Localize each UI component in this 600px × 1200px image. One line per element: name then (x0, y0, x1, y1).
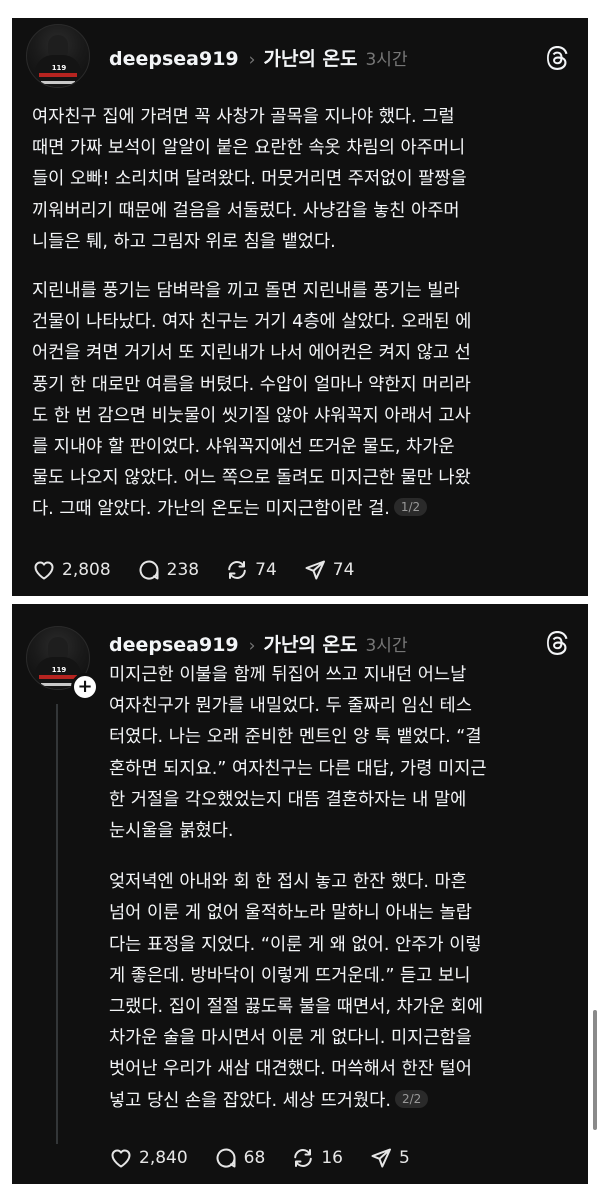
page-indicator: 2/2 (394, 1089, 429, 1108)
text-line: 풍기 한 대로만 여름을 버텼다. 수압이 얼마나 약한지 머리라 (32, 374, 471, 395)
thread-connector-line (56, 704, 58, 1144)
text-line: 여자친구 집에 가려면 꼭 사창가 골목을 지나야 했다. 그럴 (32, 107, 455, 127)
text-line: 게 좋은데. 방바닥이 이렇게 뜨거운데.” 듣고 보니 (109, 965, 471, 986)
username[interactable]: deepsea919 (109, 634, 239, 656)
paragraph: 여자친구 집에 가려면 꼭 사창가 골목을 지나야 했다. 그럴 때면 가짜 보… (32, 102, 580, 258)
post-body: 여자친구 집에 가려면 꼭 사창가 골목을 지나야 했다. 그럴 때면 가짜 보… (32, 102, 580, 526)
text-line: 니들은 퉤, 하고 그림자 위로 침을 뱉었다. (32, 231, 336, 252)
like-button[interactable]: 2,840 (109, 1146, 188, 1170)
text-line: 어컨을 켜면 거기서 또 지린내가 나서 에어컨은 켜지 않고 선 (32, 343, 471, 364)
post-header: deepsea919 › 가난의 온도 3시간 (109, 630, 408, 657)
timestamp: 3시간 (365, 50, 408, 70)
thread-post-1: 119 deepsea919 › 가난의 온도 3시간 여자친구 집에 가려면 … (12, 18, 588, 596)
chevron-right-icon: › (248, 50, 256, 70)
text-line: 벗어난 우리가 새삼 대견했다. 머쓱해서 한잔 털어 (109, 1059, 472, 1080)
comment-button[interactable]: 238 (137, 558, 199, 582)
thread-post-2: 119 + deepsea919 › 가난의 온도 3시간 미지근한 이불을 함… (12, 604, 588, 1184)
paragraph: 엊저녁엔 아내와 회 한 접시 놓고 한잔 했다. 마흔 넘어 이룬 게 없어 … (109, 867, 579, 1117)
share-count: 5 (398, 1148, 410, 1168)
repost-count: 74 (255, 560, 277, 580)
text-line: 넘어 이룬 게 없어 울적하노라 말하니 아내는 놀랍 (109, 903, 472, 924)
page-indicator: 1/2 (393, 498, 428, 517)
share-button[interactable]: 74 (303, 558, 355, 582)
like-button[interactable]: 2,808 (32, 558, 111, 582)
repost-button[interactable]: 74 (225, 558, 277, 582)
text-line: 눈시울을 붉혔다. (109, 821, 234, 842)
follow-plus-icon[interactable]: + (71, 673, 99, 701)
text-line: 다. 그때 알았다. 가난의 온도는 미지근함이란 걸. (32, 499, 390, 520)
text-line: 넣고 당신 손을 잡았다. 세상 뜨거웠다. (109, 1090, 391, 1111)
text-line: 지린내를 풍기는 담벼락을 끼고 돌면 지린내를 풍기는 빌라 (32, 281, 460, 302)
share-icon (305, 560, 325, 580)
topic-tag[interactable]: 가난의 온도 (263, 44, 357, 71)
like-count: 2,840 (139, 1148, 188, 1168)
text-line: 건물이 나타났다. 여자 친구는 거기 4층에 살았다. 오래된 에 (32, 312, 472, 333)
chevron-right-icon: › (248, 636, 256, 656)
comment-icon (139, 560, 159, 580)
action-bar: 2,840 68 16 5 (109, 1146, 436, 1170)
threads-logo-icon[interactable] (544, 45, 570, 71)
text-line: 끼워버리기 때문에 걸음을 서둘렀다. 사냥감을 놓친 아주머 (32, 200, 460, 221)
repost-button[interactable]: 16 (291, 1146, 343, 1170)
text-line: 그랬다. 집이 절절 끓도록 불을 때면서, 차가운 회에 (109, 997, 484, 1018)
paragraph: 미지근한 이불을 함께 뒤집어 쓰고 지내던 어느날 여자친구가 뭔가를 내밀었… (109, 660, 579, 847)
heart-icon (34, 561, 54, 580)
avatar[interactable]: 119 (26, 24, 90, 88)
topic-tag[interactable]: 가난의 온도 (263, 630, 357, 657)
threads-logo-icon[interactable] (544, 630, 570, 656)
text-line: 여자친구가 뭔가를 내밀었다. 두 줄짜리 임신 테스 (109, 696, 472, 717)
like-count: 2,808 (62, 560, 111, 580)
text-line: 물도 나오지 않았다. 어느 쪽으로 돌려도 미지근한 물만 나왔 (32, 468, 471, 489)
post-header: deepsea919 › 가난의 온도 3시간 (109, 44, 408, 71)
comment-count: 68 (243, 1148, 266, 1168)
text-line: 터였다. 나는 오래 준비한 멘트인 양 툭 뱉었다. “결 (109, 727, 482, 748)
repost-icon (228, 561, 246, 579)
paragraph: 지린내를 풍기는 담벼락을 끼고 돌면 지린내를 풍기는 빌라 건물이 나타났다… (32, 276, 580, 526)
scrollbar[interactable] (593, 1010, 597, 1130)
text-line: 때면 가짜 보석이 알알이 붙은 요란한 속옷 차림의 아주머니 (32, 138, 466, 159)
username[interactable]: deepsea919 (109, 48, 239, 70)
text-line: 를 지내야 할 판이었다. 샤워꼭지에선 뜨거운 물도, 차가운 (32, 437, 455, 458)
text-line: 미지근한 이불을 함께 뒤집어 쓰고 지내던 어느날 (109, 665, 467, 685)
heart-icon (111, 1149, 131, 1168)
comment-count: 238 (166, 560, 200, 580)
share-icon (371, 1148, 391, 1168)
comment-icon (216, 1148, 236, 1168)
share-button[interactable]: 5 (369, 1146, 410, 1170)
text-line: 차가운 술을 마시면서 이룬 게 없다니. 미지근함을 (109, 1028, 472, 1049)
repost-count: 16 (321, 1148, 343, 1168)
text-line: 혼하면 되지요.” 여자친구는 다른 대답, 가령 미지근 (109, 758, 487, 779)
timestamp: 3시간 (365, 636, 408, 656)
share-count: 74 (332, 560, 355, 580)
text-line: 다는 표정을 지었다. “이룬 게 왜 없어. 안주가 이렇 (109, 934, 482, 955)
post-body: 미지근한 이불을 함께 뒤집어 쓰고 지내던 어느날 여자친구가 뭔가를 내밀었… (109, 660, 579, 1117)
action-bar: 2,808 238 74 74 (32, 558, 380, 582)
comment-button[interactable]: 68 (214, 1146, 266, 1170)
text-line: 들이 오빠! 소리치며 달려왔다. 머뭇거리면 주저없이 팔짱을 (32, 169, 467, 190)
text-line: 한 거절을 각오했었는지 대뜸 결혼하자는 내 말에 (109, 789, 467, 810)
repost-icon (294, 1149, 313, 1167)
text-line: 엊저녁엔 아내와 회 한 접시 놓고 한잔 했다. 마흔 (109, 872, 467, 893)
text-line: 도 한 번 감으면 비눗물이 씻기질 않아 샤워꼭지 아래서 고사 (32, 405, 471, 426)
